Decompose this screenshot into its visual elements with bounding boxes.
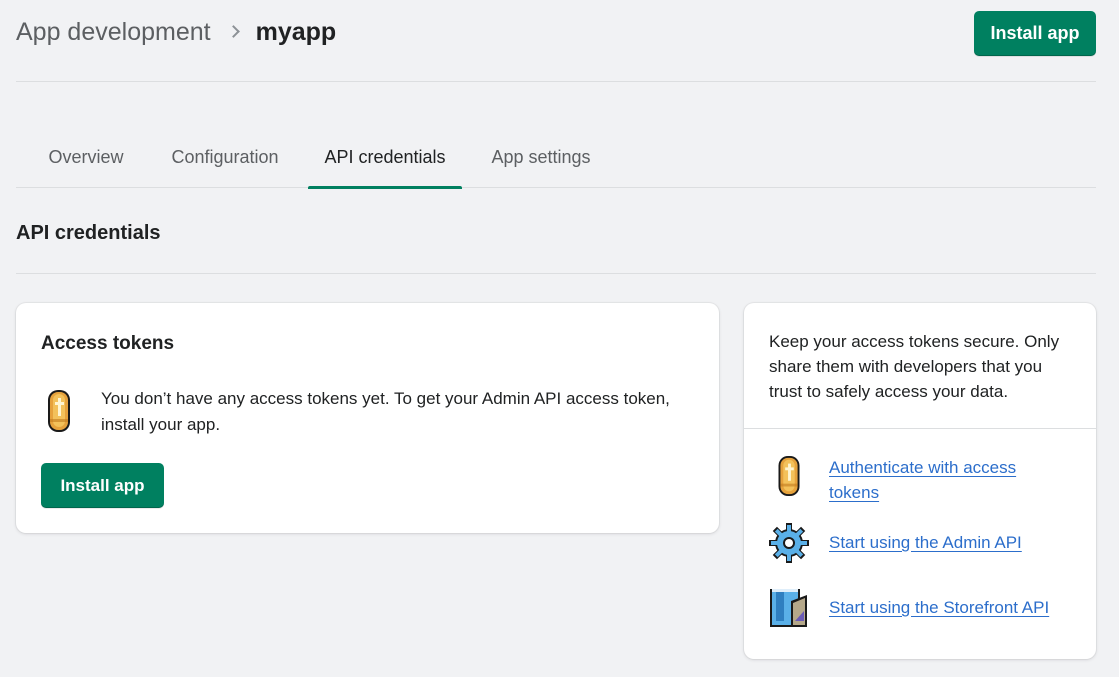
empty-state: You don’t have any access tokens yet. To… bbox=[41, 389, 689, 438]
tab-overview[interactable]: Overview bbox=[36, 130, 136, 188]
page-title: myapp bbox=[255, 18, 337, 46]
link-row-admin-api: Start using the Admin API bbox=[769, 522, 1089, 564]
install-app-button-header[interactable]: Install app bbox=[974, 11, 1096, 56]
breadcrumb: App development myapp bbox=[16, 18, 336, 47]
section-divider bbox=[16, 273, 1096, 274]
breadcrumb-parent-link[interactable]: App development bbox=[16, 18, 211, 47]
gear-icon bbox=[769, 522, 809, 564]
tab-bar: Overview Configuration API credentials A… bbox=[16, 130, 1096, 189]
section-title: API credentials bbox=[16, 222, 161, 244]
page-header: App development myapp Install app bbox=[16, 0, 1096, 82]
access-tokens-card: Access tokens You don’t have any access … bbox=[16, 303, 719, 533]
page: App development myapp Install app Overvi… bbox=[0, 0, 1119, 677]
coin-icon bbox=[769, 455, 809, 497]
authenticate-link[interactable]: Authenticate with access tokens bbox=[829, 455, 1059, 505]
link-row-storefront-api: Start using the Storefront API bbox=[769, 587, 1089, 629]
tab-api-credentials[interactable]: API credentials bbox=[308, 130, 462, 189]
storefront-icon bbox=[769, 587, 809, 629]
tab-app-settings[interactable]: App settings bbox=[484, 130, 598, 188]
security-tips-card: Keep your access tokens secure. Only sha… bbox=[744, 303, 1096, 659]
coin-icon bbox=[41, 389, 77, 433]
empty-state-message: You don’t have any access tokens yet. To… bbox=[101, 389, 670, 434]
storefront-api-link[interactable]: Start using the Storefront API bbox=[829, 595, 1089, 620]
card-divider bbox=[744, 428, 1096, 429]
chevron-right-icon bbox=[226, 25, 240, 38]
card-title: Access tokens bbox=[41, 333, 175, 354]
install-app-button[interactable]: Install app bbox=[41, 463, 164, 508]
link-row-authenticate: Authenticate with access tokens bbox=[769, 455, 1059, 505]
admin-api-link[interactable]: Start using the Admin API bbox=[829, 530, 1089, 555]
tab-configuration[interactable]: Configuration bbox=[162, 130, 288, 188]
security-intro-text: Keep your access tokens secure. Only sha… bbox=[769, 332, 1060, 401]
